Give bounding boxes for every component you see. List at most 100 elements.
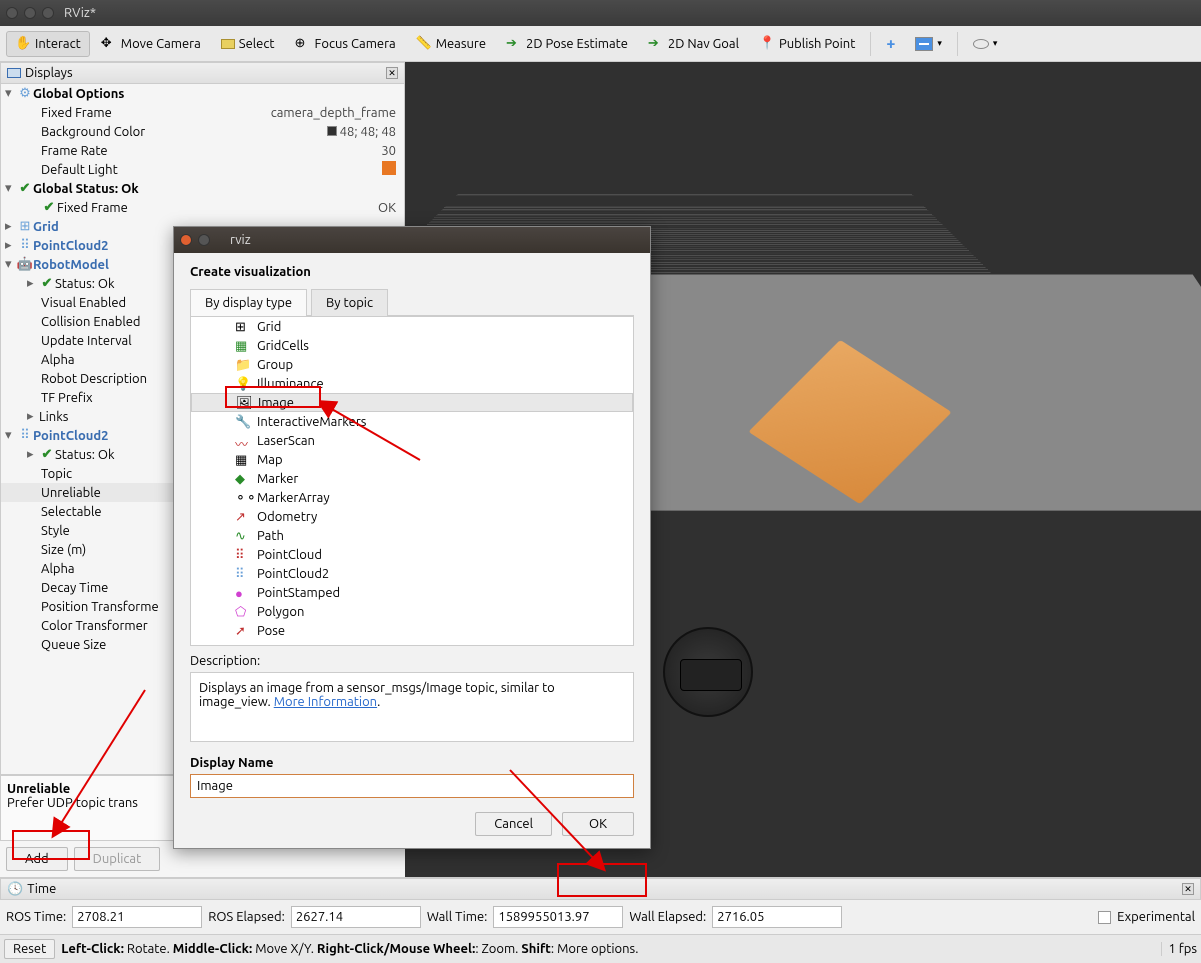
ros-time-field[interactable] [72,906,202,928]
color-transformer[interactable]: Color Transformer [41,619,148,633]
cancel-button[interactable]: Cancel [475,812,552,836]
position-transformer[interactable]: Position Transforme [41,600,159,614]
views-button[interactable]: ▾ [964,33,1007,54]
list-item[interactable]: 📁Group [191,355,633,374]
map-icon: ▦ [235,453,251,467]
pointcloud-icon: ⠿ [235,548,251,562]
style[interactable]: Style [41,524,70,538]
list-item[interactable]: ⬠Polygon [191,602,633,621]
add-button[interactable]: Add [6,847,68,871]
list-item[interactable]: ●PointStamped [191,583,633,602]
wall-elapsed-field[interactable] [712,906,842,928]
experimental-checkbox[interactable] [1098,911,1111,924]
global-options[interactable]: Global Options [33,87,124,101]
check-icon: ✔ [39,447,55,462]
collision-enabled[interactable]: Collision Enabled [41,315,141,329]
list-item[interactable]: ⊞Grid [191,317,633,336]
frame-rate-value[interactable]: 30 [381,144,404,158]
list-item[interactable]: ⤧PoseArray [191,640,633,646]
move-camera-label: Move Camera [121,37,201,51]
measure-button[interactable]: 📏 Measure [407,31,495,57]
list-item[interactable]: 💡Illuminance [191,374,633,393]
displays-title: Displays [25,66,73,80]
pointcloud2-b[interactable]: PointCloud2 [33,429,109,443]
alpha-pc[interactable]: Alpha [41,562,75,576]
visual-enabled[interactable]: Visual Enabled [41,296,126,310]
display-type-list[interactable]: ⊞Grid ▦GridCells 📁Group 💡Illuminance 🖼Im… [190,316,634,646]
nav-goal-button[interactable]: ➔ 2D Nav Goal [639,31,748,57]
list-item[interactable]: 🔧InteractiveMarkers [191,412,633,431]
remove-tool-button[interactable]: ▾ [906,32,951,56]
add-tool-button[interactable]: + [877,30,904,58]
list-item[interactable]: ⠿PointCloud2 [191,564,633,583]
tab-by-display-type[interactable]: By display type [190,289,307,316]
grid-display[interactable]: Grid [33,220,59,234]
display-name-input[interactable] [190,774,634,798]
checked-icon[interactable] [382,161,396,175]
fixed-frame-ok: OK [378,201,404,215]
publish-point-button[interactable]: 📍 Publish Point [750,31,864,57]
posearray-icon: ⤧ [235,643,251,647]
list-item[interactable]: ⚬⚬MarkerArray [191,488,633,507]
links[interactable]: Links [39,410,68,424]
interact-label: Interact [35,37,81,51]
toolbar: ✋ Interact ✥ Move Camera Select ⊕ Focus … [0,26,1201,62]
check-icon: ✔ [17,181,33,196]
list-item[interactable]: ▦GridCells [191,336,633,355]
list-item[interactable]: ⠿PointCloud [191,545,633,564]
dlg-min-icon[interactable] [198,234,210,246]
pose-estimate-button[interactable]: ➔ 2D Pose Estimate [497,31,637,57]
dlg-close-icon[interactable] [180,234,192,246]
displays-close-button[interactable]: ✕ [386,67,398,79]
list-item[interactable]: ∿Path [191,526,633,545]
ros-elapsed-field[interactable] [291,906,421,928]
bg-color-label[interactable]: Background Color [41,125,145,139]
reset-button[interactable]: Reset [4,939,55,959]
list-item[interactable]: ➚Pose [191,621,633,640]
pose-icon: ➚ [235,624,251,638]
update-interval[interactable]: Update Interval [41,334,132,348]
fixed-frame-status[interactable]: Fixed Frame [57,201,128,215]
list-item[interactable]: 〰LaserScan [191,431,633,450]
ok-button[interactable]: OK [562,812,634,836]
interact-button[interactable]: ✋ Interact [6,31,90,57]
queue-size[interactable]: Queue Size [41,638,106,652]
global-status[interactable]: Global Status: Ok [33,182,139,196]
decay-time[interactable]: Decay Time [41,581,108,595]
tab-by-topic[interactable]: By topic [311,289,388,316]
display-name-label: Display Name [190,756,634,770]
select-button[interactable]: Select [212,32,284,56]
status-ok-rm[interactable]: Status: Ok [55,277,115,291]
default-light-label[interactable]: Default Light [41,163,118,177]
gear-icon: ⚙ [17,86,33,101]
wall-time-field[interactable] [493,906,623,928]
list-item-image[interactable]: 🖼Image [191,393,633,412]
window-close-icon[interactable] [6,7,18,19]
list-item[interactable]: ▦Map [191,450,633,469]
size-m[interactable]: Size (m) [41,543,86,557]
selectable[interactable]: Selectable [41,505,102,519]
interactive-icon: 🔧 [235,415,251,429]
topic[interactable]: Topic [41,467,72,481]
tf-prefix[interactable]: TF Prefix [41,391,93,405]
fixed-frame-label[interactable]: Fixed Frame [41,106,112,120]
focus-camera-button[interactable]: ⊕ Focus Camera [286,31,405,57]
bg-color-value[interactable]: 48; 48; 48 [340,125,396,139]
fixed-frame-value[interactable]: camera_depth_frame [271,106,404,120]
list-item[interactable]: ↗Odometry [191,507,633,526]
unreliable[interactable]: Unreliable [41,486,101,500]
move-camera-button[interactable]: ✥ Move Camera [92,31,210,57]
alpha-rm[interactable]: Alpha [41,353,75,367]
robot-description[interactable]: Robot Description [41,372,147,386]
window-minimize-icon[interactable] [24,7,36,19]
status-ok-pc[interactable]: Status: Ok [55,448,115,462]
frame-rate-label[interactable]: Frame Rate [41,144,108,158]
fps-label: 1 fps [1161,942,1197,956]
duplicate-button[interactable]: Duplicat [74,847,161,871]
list-item[interactable]: ◆Marker [191,469,633,488]
robotmodel[interactable]: RobotModel [33,258,109,272]
more-info-link[interactable]: More Information [274,695,377,709]
time-close-button[interactable]: ✕ [1182,883,1194,895]
pointcloud2-a[interactable]: PointCloud2 [33,239,109,253]
window-maximize-icon[interactable] [42,7,54,19]
